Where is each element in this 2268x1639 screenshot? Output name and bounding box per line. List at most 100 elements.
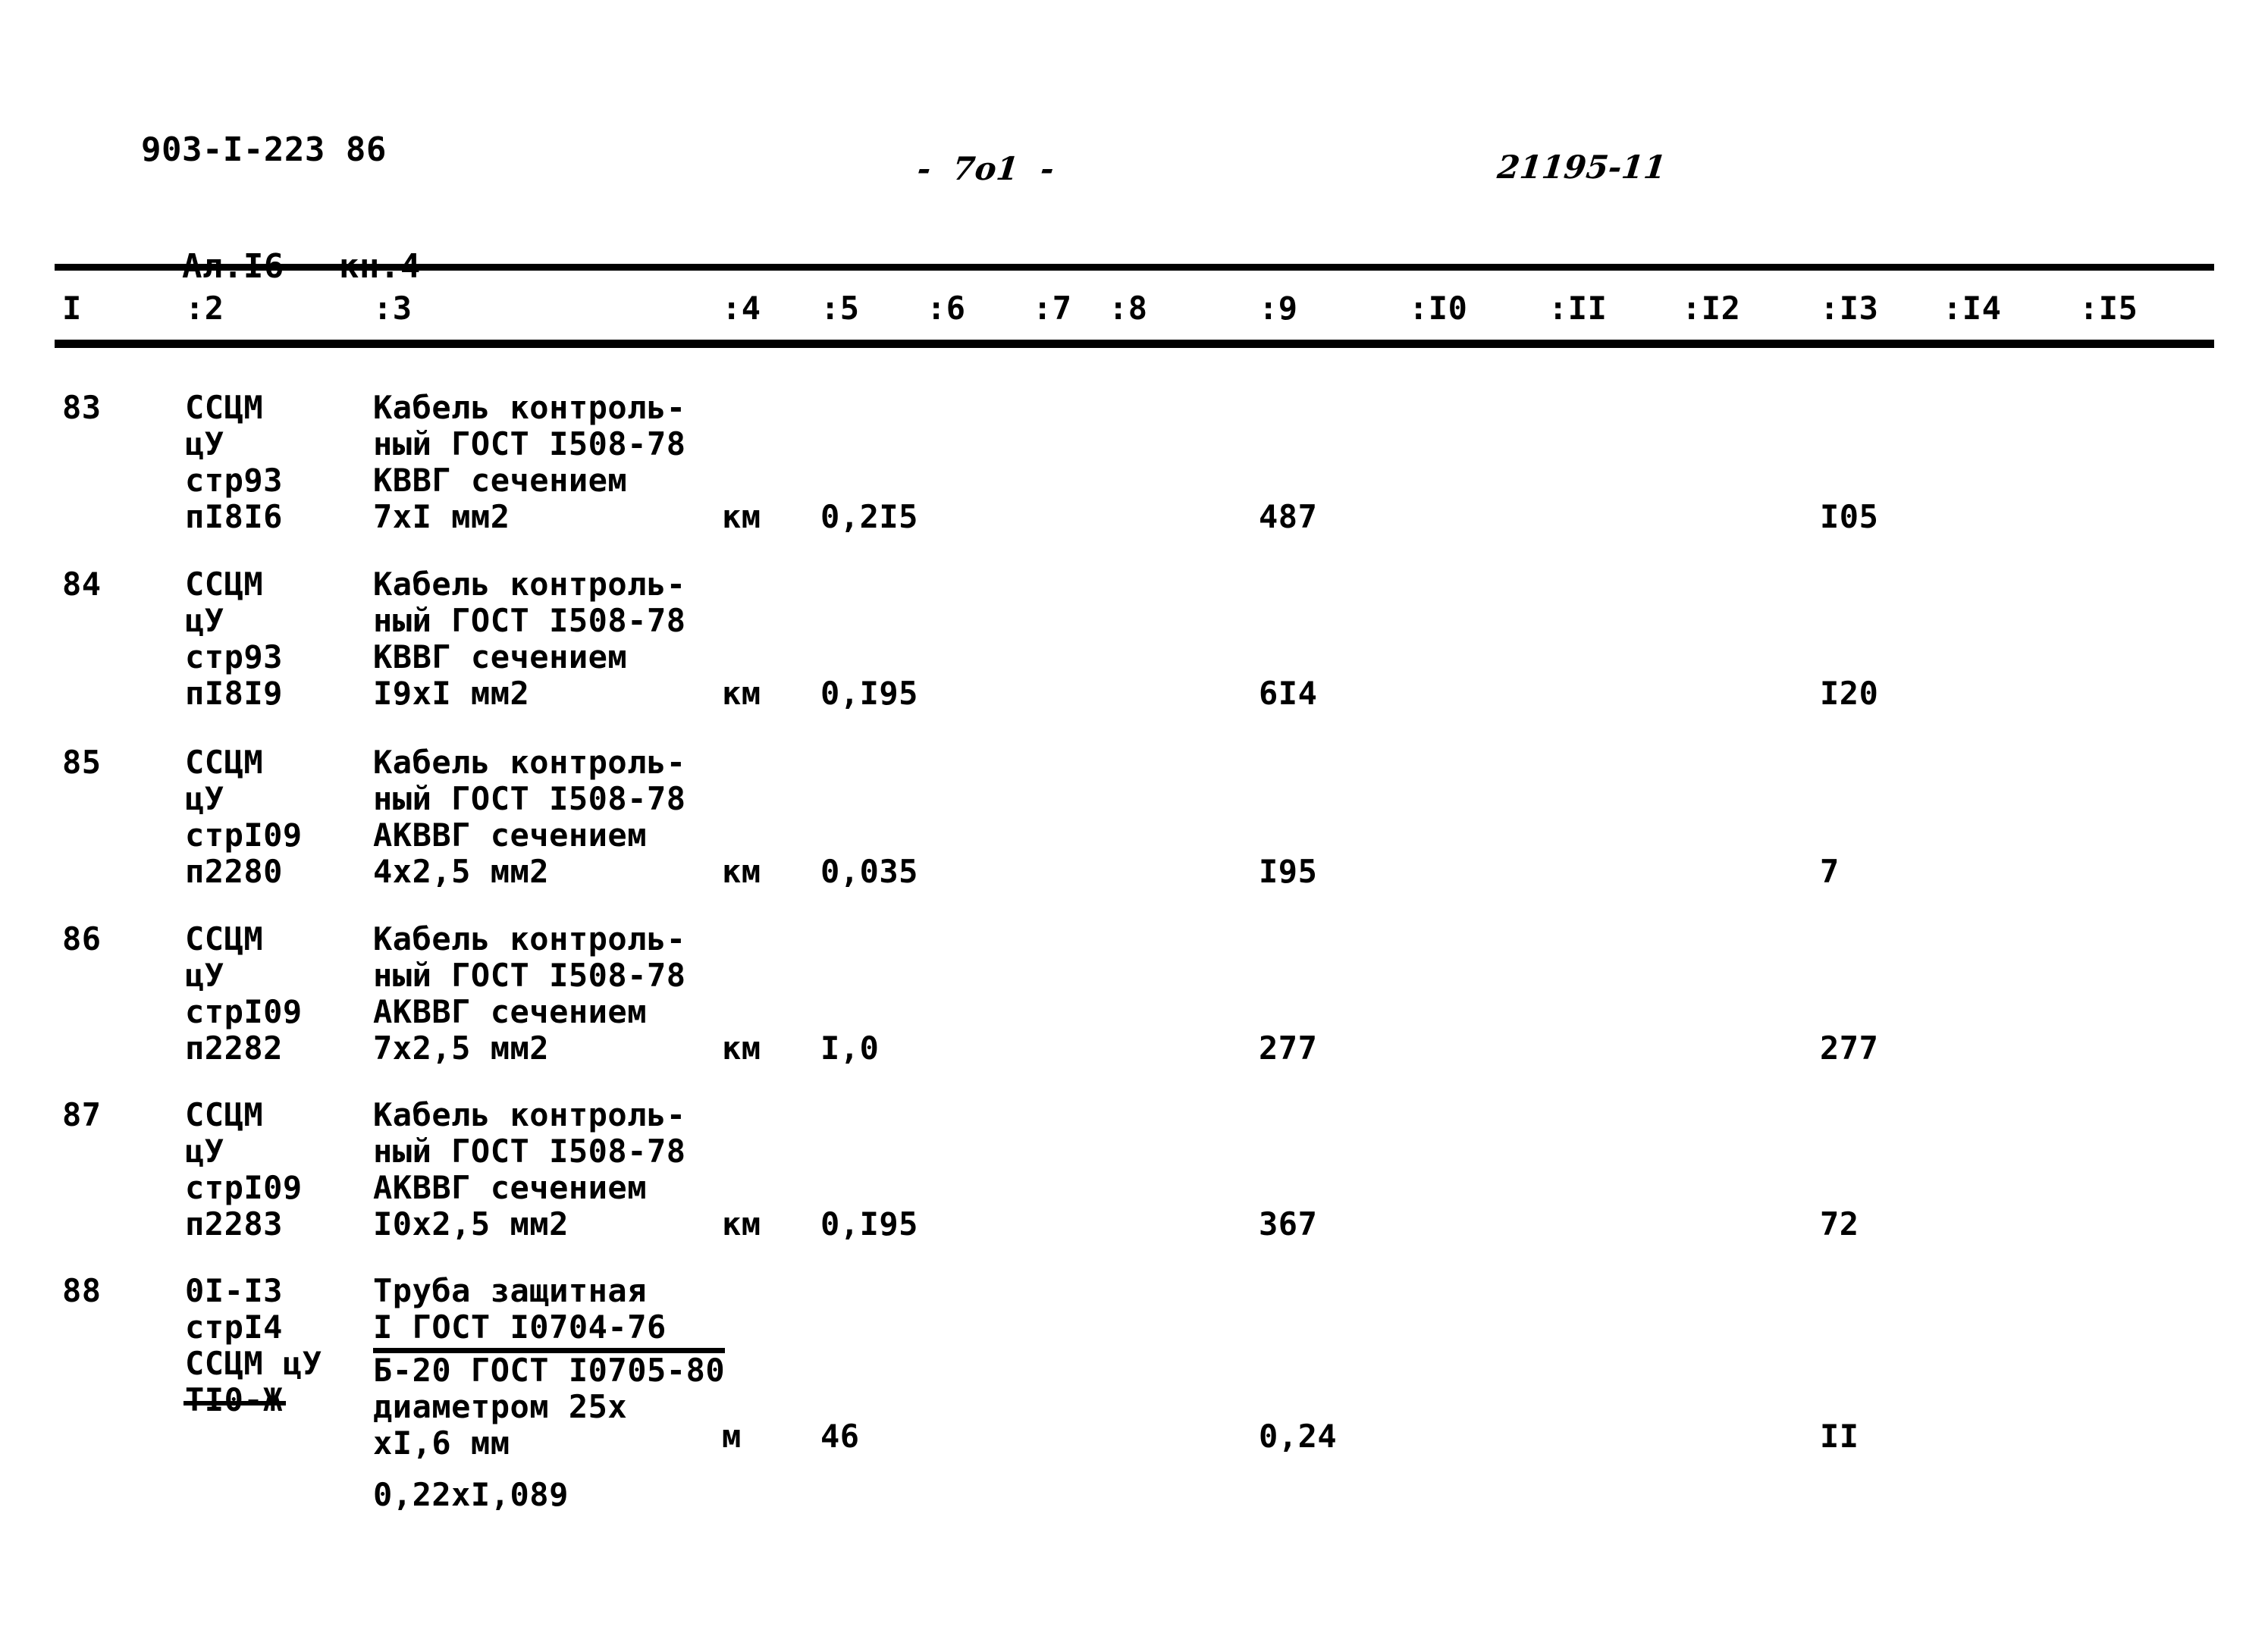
column-header-9: :9: [1259, 290, 1298, 327]
row-reference-code-line: стрI4: [185, 1308, 283, 1346]
row-material-description-line: xI,6 мм: [373, 1424, 510, 1462]
column-header-6: :6: [927, 290, 966, 327]
row-total-cost: I20: [1820, 675, 1879, 712]
row-material-description-line: Кабель контроль-: [373, 744, 686, 781]
row-reference-code: ССЦМ цУ стрI09 п2282: [185, 923, 303, 1069]
row-reference-code: ССЦМ цУ стр93 пI8I6: [185, 392, 283, 537]
column-header-3: :3: [373, 290, 413, 327]
row-material-description-line: АКВВГ сечением: [373, 816, 648, 854]
column-header-14: :I4: [1943, 290, 2002, 327]
column-header-15: :I5: [2079, 290, 2138, 327]
row-reference-code-line: ССЦМ: [185, 389, 264, 426]
row-position-number: 86: [62, 920, 102, 957]
row-reference-code-line: цУ: [185, 1133, 224, 1170]
column-header-7: :7: [1033, 290, 1072, 327]
row-reference-code-line: ССЦМ цУ: [185, 1345, 322, 1382]
row-reference-code-line: пI8I9: [185, 675, 283, 712]
row-material-description-line: I ГОСТ I0704-76: [373, 1308, 667, 1346]
column-header-12: :I2: [1682, 290, 1741, 327]
row-reference-code-line: 0I-I3: [185, 1272, 283, 1309]
row-material-description-line: ный ГОСТ I508-78: [373, 780, 686, 817]
row-unit-price: 367: [1259, 1205, 1318, 1243]
row-material-description-line: I0x2,5 мм2: [373, 1205, 569, 1243]
column-header-8: :8: [1109, 290, 1148, 327]
row-unit: км: [722, 1029, 761, 1067]
page-number: - 7o1 -: [915, 150, 1056, 187]
row-reference-code: ССЦМ цУ стрI09 п2283: [185, 1099, 303, 1245]
row-total-cost: 7: [1820, 853, 1840, 890]
row-material-description-line: АКВВГ сечением: [373, 993, 648, 1030]
row-total-cost: 72: [1820, 1205, 1859, 1243]
row-unit: км: [722, 1205, 761, 1243]
row-material-description-line: ный ГОСТ I508-78: [373, 602, 686, 639]
row-unit: м: [722, 1418, 742, 1455]
row-material-description-line: КВВГ сечением: [373, 462, 628, 499]
row-reference-code-line: стрI09: [185, 816, 303, 854]
column-header-4: :4: [722, 290, 761, 327]
row-material-description-line: ный ГОСТ I508-78: [373, 1133, 686, 1170]
row-material-description: Кабель контроль-ный ГОСТ I508-78 АКВВГ се…: [373, 923, 686, 1069]
row-reference-code-line: TI0-Ж: [185, 1381, 283, 1418]
row-position-number: 85: [62, 744, 102, 781]
row-quantity: 0,I95: [820, 675, 918, 712]
row-reference-code-line: цУ: [185, 602, 224, 639]
column-header-5: :5: [820, 290, 860, 327]
column-header-11: :II: [1548, 290, 1608, 327]
row-material-description-line: 7xI мм2: [373, 498, 510, 535]
row-material-description-line: Кабель контроль-: [373, 920, 686, 957]
row-unit: км: [722, 853, 761, 890]
row-reference-code-line: стр93: [185, 462, 283, 499]
row-material-description-line: 7x2,5 мм2: [373, 1029, 550, 1067]
column-header-10: :I0: [1409, 290, 1468, 327]
row-total-cost: II: [1820, 1418, 1859, 1455]
row-reference-code-line: стрI09: [185, 1169, 303, 1206]
document-page: 903-I-223 86 Ал.I6 кн.4 - 7o1 - 21195-11 …: [0, 0, 2268, 1639]
row-material-description: Кабель контроль-ный ГОСТ I508-78 АКВВГ се…: [373, 1099, 686, 1245]
row-material-description-line: 4x2,5 мм2: [373, 853, 550, 890]
row-unit-price: 6I4: [1259, 675, 1318, 712]
row-material-description-line: АКВВГ сечением: [373, 1169, 648, 1206]
row-reference-code-line: п2283: [185, 1205, 283, 1243]
row-quantity: 46: [820, 1418, 860, 1455]
row-unit-price: 0,24: [1259, 1418, 1338, 1455]
table-top-rule: [55, 264, 2214, 271]
row-reference-code: ССЦМ цУ стр93 пI8I9: [185, 569, 283, 714]
row-reference-code: 0I-I3 стрI4 ССЦМ цУ TI0-Ж: [185, 1275, 322, 1421]
table-header-rule: [55, 340, 2214, 348]
row-quantity: 0,035: [820, 853, 918, 890]
row-material-description: Кабель контроль-ный ГОСТ I508-78 КВВГ сеч…: [373, 392, 686, 537]
row-reference-code-line: стр93: [185, 638, 283, 675]
row-reference-code-line: цУ: [185, 425, 224, 462]
row-quantity: 0,I95: [820, 1205, 918, 1243]
row-position-number: 84: [62, 566, 102, 603]
row-reference-code-line: ССЦМ: [185, 920, 264, 957]
row-reference-code-line: пI8I6: [185, 498, 283, 535]
row-material-description: Кабель контроль-ный ГОСТ I508-78 КВВГ сеч…: [373, 569, 686, 714]
row-total-cost: I05: [1820, 498, 1879, 535]
row-material-description-line: ный ГОСТ I508-78: [373, 957, 686, 994]
row-material-description-line: Кабель контроль-: [373, 566, 686, 603]
row-reference-code-line: ССЦМ: [185, 1096, 264, 1133]
document-stamp: 21195-11: [1495, 149, 1668, 186]
row-unit-price: 487: [1259, 498, 1318, 535]
row-reference-code-line: ССЦМ: [185, 744, 264, 781]
row-unit: км: [722, 675, 761, 712]
row-material-description: Кабель контроль-ный ГОСТ I508-78 АКВВГ се…: [373, 747, 686, 892]
row-total-cost: 277: [1820, 1029, 1879, 1067]
row-reference-code: ССЦМ цУ стрI09 п2280: [185, 747, 303, 892]
row-description-tail-line: 0,22xI,089: [373, 1476, 569, 1513]
row-unit-price: 277: [1259, 1029, 1318, 1067]
row-position-number: 88: [62, 1272, 102, 1309]
row-reference-code-line: цУ: [185, 957, 224, 994]
row-unit: км: [722, 498, 761, 535]
row-reference-code-line: ССЦМ: [185, 566, 264, 603]
row-reference-code-line: п2280: [185, 853, 283, 890]
column-header-13: :I3: [1820, 290, 1879, 327]
row-material-description-line: диаметром 25x: [373, 1388, 628, 1425]
row-material-description: Труба защитная I ГОСТ I0704-76 Б-20 ГОСТ I…: [373, 1275, 726, 1464]
row-material-description-line: ный ГОСТ I508-78: [373, 425, 686, 462]
row-position-number: 87: [62, 1096, 102, 1133]
row-reference-code-line: стрI09: [185, 993, 303, 1030]
row-unit-price: I95: [1259, 853, 1318, 890]
row-material-description-line: Кабель контроль-: [373, 389, 686, 426]
